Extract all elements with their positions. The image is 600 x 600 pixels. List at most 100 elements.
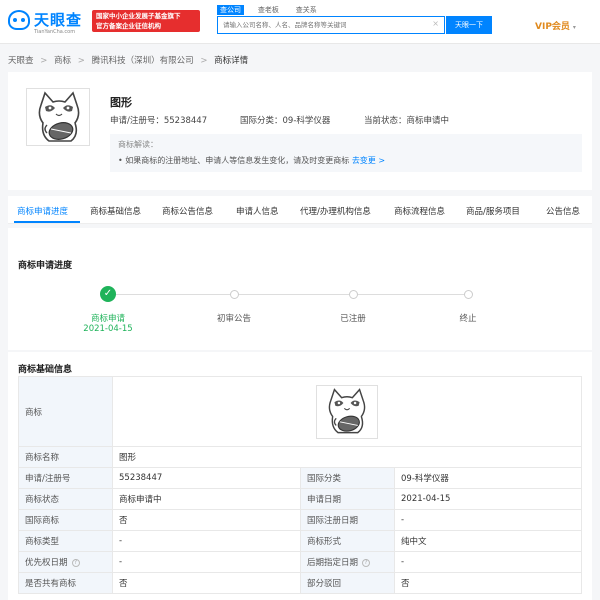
logo-subtext: TianYanCha.com bbox=[34, 29, 76, 35]
search-button[interactable]: 天眼一下 bbox=[446, 16, 492, 34]
row-value: 图形 bbox=[112, 446, 582, 468]
cat-logo-icon bbox=[27, 89, 91, 147]
help-icon[interactable]: ? bbox=[71, 558, 80, 567]
row-label: 商标 bbox=[18, 376, 113, 447]
trademark-summary-card: 图形 申请/注册号：55238447 国际分类：09-科学仪器 当前状态：商标申… bbox=[8, 72, 592, 190]
help-icon[interactable]: ? bbox=[362, 558, 371, 567]
top-header: 天眼查 TianYanCha.com 国家中小企业发展子基金旗下 官方备案企业征… bbox=[0, 0, 600, 44]
row-value: - bbox=[112, 551, 301, 573]
breadcrumb-company[interactable]: 腾讯科技（深圳）有限公司 bbox=[92, 56, 194, 66]
interpretation-text: • 如果商标的注册地址、申请人等信息发生变化，请及时变更商标 bbox=[118, 156, 350, 165]
gov-badge-line1: 国家中小企业发展子基金旗下 bbox=[96, 12, 181, 20]
row-label: 商标名称 bbox=[18, 446, 113, 468]
breadcrumb-trademark[interactable]: 商标 bbox=[54, 56, 71, 66]
pending-step-dot bbox=[230, 290, 239, 299]
table-row: 是否共有商标 否 部分驳回 否 bbox=[18, 572, 582, 594]
row-value: 09-科学仪器 bbox=[394, 467, 582, 489]
table-row: 商标 bbox=[18, 376, 582, 447]
row-label: 商标类型 bbox=[18, 530, 113, 552]
row-value: - bbox=[394, 509, 582, 531]
logo-eye-icon bbox=[8, 10, 30, 30]
row-label-with-help: 优先权日期? bbox=[18, 551, 113, 573]
tab-announcement-info[interactable]: 商标公告信息 bbox=[162, 205, 213, 217]
pending-step-dot bbox=[349, 290, 358, 299]
row-value: 商标申请中 bbox=[112, 488, 301, 510]
gov-badge: 国家中小企业发展子基金旗下 官方备案企业征信机构 bbox=[92, 10, 200, 32]
row-label: 部分驳回 bbox=[300, 572, 395, 594]
row-value: 55238447 bbox=[112, 467, 301, 489]
table-row: 优先权日期? - 后期指定日期? - bbox=[18, 551, 582, 573]
basic-section-title: 商标基础信息 bbox=[18, 365, 73, 375]
row-value: 否 bbox=[394, 572, 582, 594]
check-icon: ✓ bbox=[100, 286, 116, 302]
row-label: 申请/注册号 bbox=[18, 467, 113, 489]
intl-class: 国际分类：09-科学仪器 bbox=[240, 116, 331, 126]
row-label: 商标形式 bbox=[300, 530, 395, 552]
trademark-title: 图形 bbox=[110, 96, 132, 109]
change-link[interactable]: 去变更 > bbox=[352, 156, 385, 165]
progress-section-title: 商标申请进度 bbox=[18, 261, 73, 271]
row-label: 国际分类 bbox=[300, 467, 395, 489]
breadcrumb-sep: > bbox=[77, 56, 85, 66]
table-row: 商标类型 - 商标形式 纯中文 bbox=[18, 530, 582, 552]
step-label-registered: 已注册 bbox=[340, 314, 366, 324]
tab-process-info[interactable]: 商标流程信息 bbox=[394, 205, 445, 217]
row-label: 国际商标 bbox=[18, 509, 113, 531]
row-label-with-help: 后期指定日期? bbox=[300, 551, 395, 573]
breadcrumb-sep: > bbox=[40, 56, 48, 66]
trademark-image[interactable] bbox=[26, 88, 90, 146]
progress-line bbox=[358, 294, 464, 295]
detail-tabs: 商标申请进度 商标基础信息 商标公告信息 申请人信息 代理/办理机构信息 商标流… bbox=[8, 196, 592, 224]
row-label: 国际注册日期 bbox=[300, 509, 395, 531]
table-row: 国际商标 否 国际注册日期 - bbox=[18, 509, 582, 531]
basic-info-table: 商标 商标名称 图形 申请/注册号 55238447 国际分类 09-科学仪器 … bbox=[18, 376, 582, 594]
pending-step-dot bbox=[464, 290, 473, 299]
progress-line bbox=[239, 294, 349, 295]
breadcrumb-home[interactable]: 天眼查 bbox=[8, 56, 34, 66]
row-label: 申请日期 bbox=[300, 488, 395, 510]
row-value-logo bbox=[112, 376, 582, 447]
tab-agency-info[interactable]: 代理/办理机构信息 bbox=[300, 205, 371, 217]
tab-goods-services[interactable]: 商品/服务项目 bbox=[466, 205, 520, 217]
tab-applicant-info[interactable]: 申请人信息 bbox=[236, 205, 279, 217]
tab-notice-info[interactable]: 公告信息 bbox=[546, 205, 580, 217]
site-logo[interactable]: 天眼查 TianYanCha.com bbox=[8, 8, 88, 38]
row-label: 商标状态 bbox=[18, 488, 113, 510]
current-status: 当前状态：商标申请中 bbox=[364, 116, 450, 126]
row-value: - bbox=[394, 551, 582, 573]
row-value: 否 bbox=[112, 572, 301, 594]
application-progress-section: 商标申请进度 ✓ 商标申请 2021-04-15 初审公告 已注册 终止 bbox=[8, 228, 592, 350]
row-value: 2021-04-15 bbox=[394, 488, 582, 510]
row-value: - bbox=[112, 530, 301, 552]
chevron-down-icon: ▾ bbox=[572, 24, 576, 31]
step-label-application: 商标申请 bbox=[90, 314, 125, 324]
breadcrumb: 天眼查 > 商标 > 腾讯科技（深圳）有限公司 > 商标详情 bbox=[8, 54, 252, 66]
search-tab-relation[interactable]: 查关系 bbox=[293, 5, 320, 15]
row-value: 否 bbox=[112, 509, 301, 531]
vip-label: VIP会员 bbox=[535, 22, 570, 32]
clear-icon[interactable]: × bbox=[432, 19, 439, 28]
interpretation-title: 商标解读： bbox=[118, 140, 158, 149]
search-tab-boss[interactable]: 查老板 bbox=[255, 5, 282, 15]
step-label-preliminary: 初审公告 bbox=[216, 314, 251, 324]
search-input[interactable] bbox=[218, 17, 418, 33]
basic-info-section: 商标基础信息 商标 商标名称 图形 申请/注册号 55238447 国际分类 0… bbox=[8, 352, 592, 600]
progress-line bbox=[116, 294, 230, 295]
table-row: 商标名称 图形 bbox=[18, 446, 582, 468]
row-label: 优先权日期 bbox=[25, 558, 68, 568]
row-label: 是否共有商标 bbox=[18, 572, 113, 594]
tab-application-progress[interactable]: 商标申请进度 bbox=[17, 205, 68, 217]
interpretation-body: • 如果商标的注册地址、申请人等信息发生变化，请及时变更商标 去变更 > bbox=[118, 155, 574, 166]
search-tab-company[interactable]: 查公司 bbox=[217, 5, 244, 15]
breadcrumb-current: 商标详情 bbox=[214, 56, 249, 66]
cat-logo-icon[interactable] bbox=[316, 384, 378, 439]
logo-text: 天眼查 bbox=[34, 11, 83, 29]
vip-menu[interactable]: VIP会员 ▾ bbox=[535, 19, 576, 32]
table-row: 申请/注册号 55238447 国际分类 09-科学仪器 bbox=[18, 467, 582, 489]
active-tab-indicator bbox=[14, 221, 80, 223]
table-row: 商标状态 商标申请中 申请日期 2021-04-15 bbox=[18, 488, 582, 510]
row-label: 后期指定日期 bbox=[307, 558, 359, 568]
tab-basic-info[interactable]: 商标基础信息 bbox=[90, 205, 141, 217]
row-value: 纯中文 bbox=[394, 530, 582, 552]
gov-badge-line2: 官方备案企业征信机构 bbox=[96, 22, 161, 30]
